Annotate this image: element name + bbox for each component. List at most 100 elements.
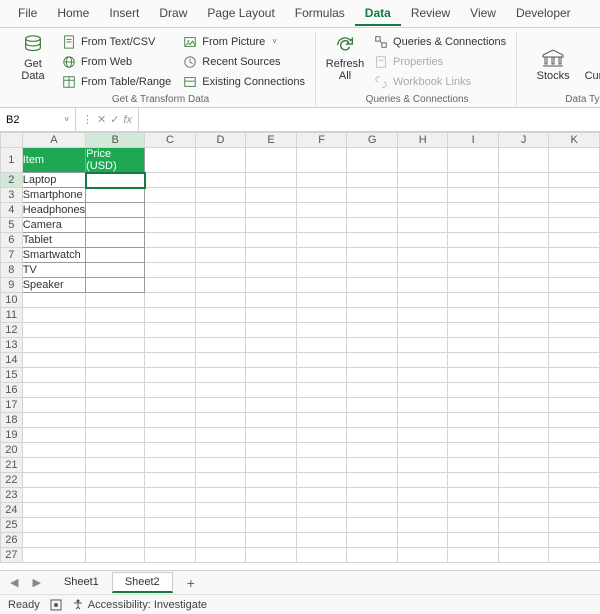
menu-tab-draw[interactable]: Draw xyxy=(149,1,197,26)
cell[interactable] xyxy=(296,308,347,323)
fx-icon[interactable]: fx xyxy=(123,114,132,126)
cell[interactable] xyxy=(195,218,246,233)
cell[interactable] xyxy=(86,473,145,488)
col-header[interactable]: J xyxy=(498,133,548,148)
cell[interactable] xyxy=(145,248,196,263)
cell[interactable] xyxy=(246,203,297,218)
cell[interactable] xyxy=(397,323,448,338)
cell[interactable] xyxy=(498,293,548,308)
cell[interactable] xyxy=(195,263,246,278)
cell[interactable] xyxy=(145,293,196,308)
cell[interactable] xyxy=(86,413,145,428)
cell[interactable] xyxy=(549,188,600,203)
row-header[interactable]: 24 xyxy=(1,503,23,518)
cell[interactable] xyxy=(498,443,548,458)
cell[interactable] xyxy=(296,323,347,338)
cell[interactable] xyxy=(246,518,297,533)
cell[interactable] xyxy=(347,368,398,383)
cell[interactable] xyxy=(22,458,85,473)
cell[interactable] xyxy=(397,398,448,413)
cell[interactable] xyxy=(195,458,246,473)
cell[interactable] xyxy=(195,413,246,428)
row-header[interactable]: 6 xyxy=(1,233,23,248)
cell[interactable] xyxy=(195,383,246,398)
cell[interactable] xyxy=(397,278,448,293)
cell[interactable] xyxy=(22,503,85,518)
cell[interactable] xyxy=(397,518,448,533)
cell[interactable] xyxy=(448,503,498,518)
cell[interactable] xyxy=(549,323,600,338)
cell[interactable] xyxy=(397,293,448,308)
accept-icon[interactable]: ✓ xyxy=(110,113,119,126)
cell[interactable] xyxy=(397,383,448,398)
menu-tab-page-layout[interactable]: Page Layout xyxy=(197,1,284,26)
cell[interactable] xyxy=(145,473,196,488)
cell[interactable] xyxy=(195,548,246,563)
cell[interactable] xyxy=(195,173,246,188)
cell[interactable] xyxy=(195,398,246,413)
cell[interactable] xyxy=(86,263,145,278)
cell[interactable] xyxy=(296,458,347,473)
cell[interactable] xyxy=(397,148,448,173)
row-header[interactable]: 22 xyxy=(1,473,23,488)
cell[interactable] xyxy=(397,203,448,218)
cell[interactable] xyxy=(296,148,347,173)
cell[interactable] xyxy=(549,398,600,413)
cell[interactable] xyxy=(347,308,398,323)
cell[interactable] xyxy=(246,218,297,233)
row-header[interactable]: 27 xyxy=(1,548,23,563)
cell[interactable] xyxy=(397,548,448,563)
row-header[interactable]: 11 xyxy=(1,308,23,323)
cell[interactable] xyxy=(296,518,347,533)
cell[interactable] xyxy=(22,443,85,458)
cell[interactable] xyxy=(347,458,398,473)
cell[interactable] xyxy=(296,443,347,458)
cell[interactable] xyxy=(448,548,498,563)
cell[interactable] xyxy=(498,413,548,428)
cell[interactable] xyxy=(86,353,145,368)
cell[interactable] xyxy=(86,218,145,233)
col-header[interactable]: E xyxy=(246,133,297,148)
cell[interactable] xyxy=(86,308,145,323)
cell[interactable] xyxy=(448,203,498,218)
cell[interactable]: Price (USD) xyxy=(86,148,145,173)
row-header[interactable]: 1 xyxy=(1,148,23,173)
cell[interactable] xyxy=(145,533,196,548)
cell[interactable] xyxy=(498,263,548,278)
cell[interactable] xyxy=(498,323,548,338)
cell[interactable] xyxy=(195,188,246,203)
cell[interactable] xyxy=(296,368,347,383)
cell[interactable] xyxy=(86,458,145,473)
cell[interactable] xyxy=(448,533,498,548)
cell[interactable] xyxy=(145,148,196,173)
row-header[interactable]: 17 xyxy=(1,398,23,413)
cell[interactable]: Speaker xyxy=(22,278,85,293)
menu-tab-formulas[interactable]: Formulas xyxy=(285,1,355,26)
cell[interactable] xyxy=(498,518,548,533)
cell[interactable] xyxy=(195,293,246,308)
cell[interactable] xyxy=(347,278,398,293)
cell[interactable] xyxy=(195,323,246,338)
cell[interactable] xyxy=(549,428,600,443)
cell[interactable] xyxy=(86,488,145,503)
cell[interactable] xyxy=(296,413,347,428)
row-header[interactable]: 25 xyxy=(1,518,23,533)
cell[interactable] xyxy=(347,548,398,563)
cell[interactable] xyxy=(498,233,548,248)
col-header[interactable]: K xyxy=(549,133,600,148)
cell[interactable] xyxy=(86,323,145,338)
cell[interactable] xyxy=(498,308,548,323)
cell[interactable] xyxy=(549,413,600,428)
cell[interactable]: Headphones xyxy=(22,203,85,218)
cell[interactable] xyxy=(22,518,85,533)
cell[interactable] xyxy=(448,353,498,368)
cell[interactable] xyxy=(195,518,246,533)
cell[interactable] xyxy=(498,203,548,218)
cell[interactable] xyxy=(246,488,297,503)
cell[interactable] xyxy=(296,488,347,503)
name-box[interactable]: ˅ xyxy=(0,108,76,131)
cell[interactable] xyxy=(498,188,548,203)
accessibility-status[interactable]: Accessibility: Investigate xyxy=(72,599,207,611)
cell[interactable] xyxy=(498,398,548,413)
from-text-csv-button[interactable]: From Text/CSV xyxy=(58,32,175,51)
